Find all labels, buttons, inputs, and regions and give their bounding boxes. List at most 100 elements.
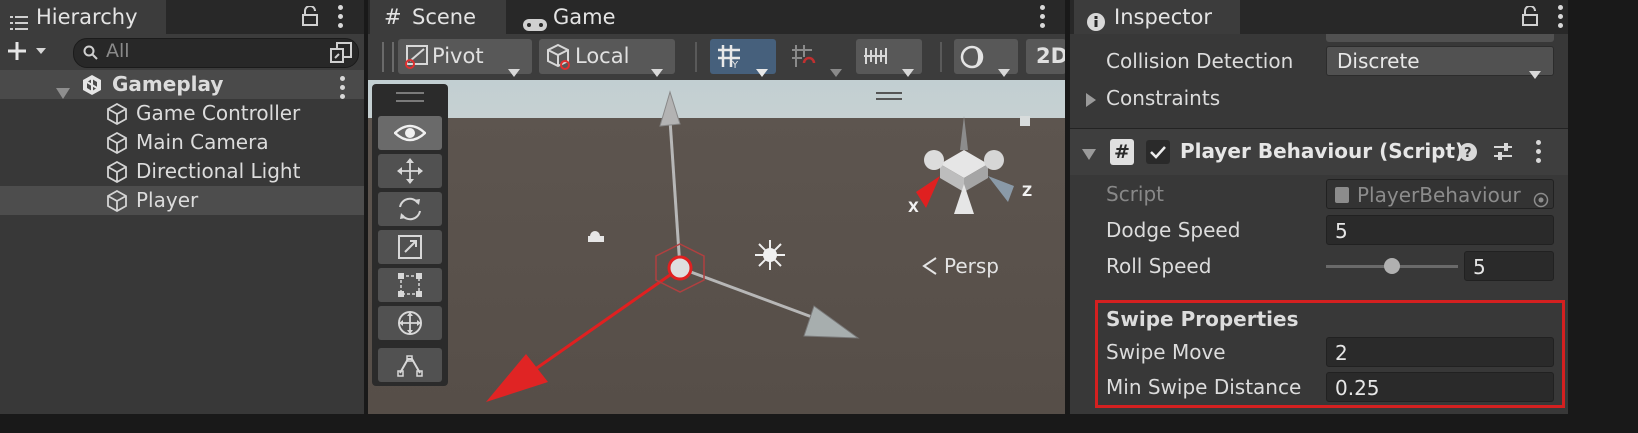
- increment-snap-icon: [790, 43, 816, 69]
- hierarchy-item[interactable]: Directional Light: [0, 157, 364, 186]
- constraints-foldout[interactable]: Constraints: [1084, 84, 1384, 114]
- custom-tool-button[interactable]: [378, 348, 442, 382]
- chevron-down-icon: [651, 53, 663, 77]
- swipe-move-label: Swipe Move: [1106, 340, 1226, 364]
- search-placeholder: All: [106, 40, 130, 62]
- increment-snap-dropdown[interactable]: [784, 39, 850, 77]
- scene-name: Gameplay: [112, 72, 224, 96]
- pivot-icon: [404, 43, 430, 69]
- script-hash-icon: #: [1110, 139, 1134, 165]
- gizmo-x-label: X: [908, 200, 919, 216]
- toolbar-separator: [695, 42, 697, 72]
- roll-speed-field[interactable]: 5: [1464, 251, 1554, 281]
- tool-palette-grip: [396, 92, 424, 102]
- lock-icon[interactable]: [302, 5, 318, 26]
- rotate-icon: [396, 195, 424, 223]
- add-object-button[interactable]: [6, 38, 52, 66]
- tab-hierarchy[interactable]: Hierarchy: [0, 0, 166, 34]
- collision-detection-value: Discrete: [1337, 49, 1420, 73]
- hierarchy-item[interactable]: Main Camera: [0, 128, 364, 157]
- space-label: Local: [575, 44, 630, 68]
- scene-panel: # Scene Game Pivot Local Y 2D X Z Persp: [368, 0, 1065, 414]
- search-scene-icon[interactable]: [330, 42, 352, 64]
- hierarchy-list-icon: [10, 8, 28, 30]
- inspector-menu-icon[interactable]: [1558, 5, 1564, 32]
- scale-icon: [396, 233, 424, 261]
- scene-menu-icon[interactable]: [1040, 5, 1046, 32]
- tab-scene-label: Scene: [412, 5, 477, 29]
- scene-row-gameplay[interactable]: Gameplay: [0, 70, 364, 99]
- lock-icon[interactable]: [1522, 5, 1538, 26]
- hierarchy-item-label: Main Camera: [136, 130, 269, 154]
- hierarchy-item-label: Player: [136, 188, 199, 212]
- object-picker-icon[interactable]: [1533, 186, 1549, 208]
- script-label: Script: [1106, 182, 1165, 206]
- hierarchy-menu-icon[interactable]: [338, 5, 344, 32]
- chevron-down-icon[interactable]: [1082, 146, 1096, 160]
- tool-palette: [372, 84, 448, 386]
- component-enabled-checkbox[interactable]: [1146, 140, 1170, 164]
- 2d-mode-toggle[interactable]: 2D: [1026, 39, 1065, 74]
- check-icon: [1150, 146, 1166, 159]
- toolbar-grip: [382, 42, 394, 72]
- scene-toolbar: Pivot Local Y 2D: [368, 34, 1065, 80]
- 2d-label: 2D: [1036, 44, 1065, 68]
- gameobject-cube-icon: [106, 131, 128, 155]
- scale-tool-button[interactable]: [378, 230, 442, 264]
- scene-canvas[interactable]: X Z Persp: [368, 80, 1065, 402]
- space-dropdown[interactable]: Local: [539, 39, 675, 77]
- collision-detection-dropdown[interactable]: Discrete: [1326, 46, 1554, 79]
- chevron-down-icon[interactable]: [56, 79, 70, 99]
- custom-tool-icon: [396, 351, 424, 379]
- tab-scene[interactable]: # Scene: [370, 0, 506, 34]
- hierarchy-search-input[interactable]: All: [73, 38, 359, 68]
- hierarchy-item-selected[interactable]: Player: [0, 186, 364, 215]
- help-icon[interactable]: ?: [1458, 142, 1478, 162]
- tab-game-label: Game: [553, 5, 616, 29]
- gizmo-z-label: Z: [1022, 184, 1032, 200]
- view-tool-button[interactable]: [378, 116, 442, 150]
- rect-tool-button[interactable]: [378, 268, 442, 302]
- chevron-down-icon[interactable]: [756, 53, 768, 77]
- settings-sliders-icon[interactable]: [1492, 141, 1514, 163]
- script-object-field[interactable]: PlayerBehaviour: [1326, 179, 1554, 209]
- chevron-down-icon: [1529, 58, 1541, 79]
- component-menu-icon[interactable]: [1536, 140, 1542, 167]
- roll-speed-slider[interactable]: [1326, 251, 1458, 281]
- slider-thumb[interactable]: [1384, 258, 1400, 274]
- grid-snap-icon: Y: [716, 43, 742, 71]
- dodge-speed-field[interactable]: 5: [1326, 215, 1554, 245]
- projection-label[interactable]: Persp: [944, 254, 999, 278]
- tab-inspector[interactable]: Inspector: [1074, 0, 1240, 34]
- rotate-tool-button[interactable]: [378, 192, 442, 226]
- swipe-move-field[interactable]: 2: [1326, 337, 1554, 367]
- hash-icon: #: [384, 5, 402, 29]
- dodge-speed-label: Dodge Speed: [1106, 218, 1241, 242]
- scene-tab-bar: # Scene Game: [368, 0, 1065, 34]
- tab-game[interactable]: Game: [508, 0, 638, 34]
- chevron-down-icon: [998, 53, 1010, 77]
- shading-mode-dropdown[interactable]: [954, 39, 1018, 77]
- eye-icon: [393, 122, 427, 144]
- hierarchy-panel: Hierarchy All Gameplay Game Controller M…: [0, 0, 364, 414]
- pivot-dropdown[interactable]: Pivot: [398, 39, 532, 77]
- tab-inspector-label: Inspector: [1114, 5, 1212, 29]
- move-tool-button[interactable]: [378, 154, 442, 188]
- transform-icon: [396, 309, 424, 337]
- grid-visibility-dropdown[interactable]: [856, 39, 922, 77]
- transform-tool-button[interactable]: [378, 306, 442, 340]
- local-space-icon: [545, 43, 573, 71]
- chevron-down-icon: [508, 53, 520, 77]
- gameobject-cube-icon: [106, 160, 128, 184]
- hierarchy-item[interactable]: Game Controller: [0, 99, 364, 128]
- script-value: PlayerBehaviour: [1357, 183, 1521, 207]
- search-icon: [82, 44, 100, 62]
- scene-viewport[interactable]: X Z Persp: [368, 80, 1065, 414]
- min-swipe-distance-label: Min Swipe Distance: [1106, 375, 1302, 399]
- grid-snap-toggle[interactable]: Y: [710, 39, 776, 77]
- constraints-label: Constraints: [1106, 86, 1221, 110]
- unity-scene-icon: [80, 73, 104, 97]
- component-header[interactable]: # Player Behaviour (Script) ?: [1070, 128, 1568, 175]
- min-swipe-distance-field[interactable]: 0.25: [1326, 372, 1554, 402]
- min-swipe-distance-value: 0.25: [1335, 376, 1380, 400]
